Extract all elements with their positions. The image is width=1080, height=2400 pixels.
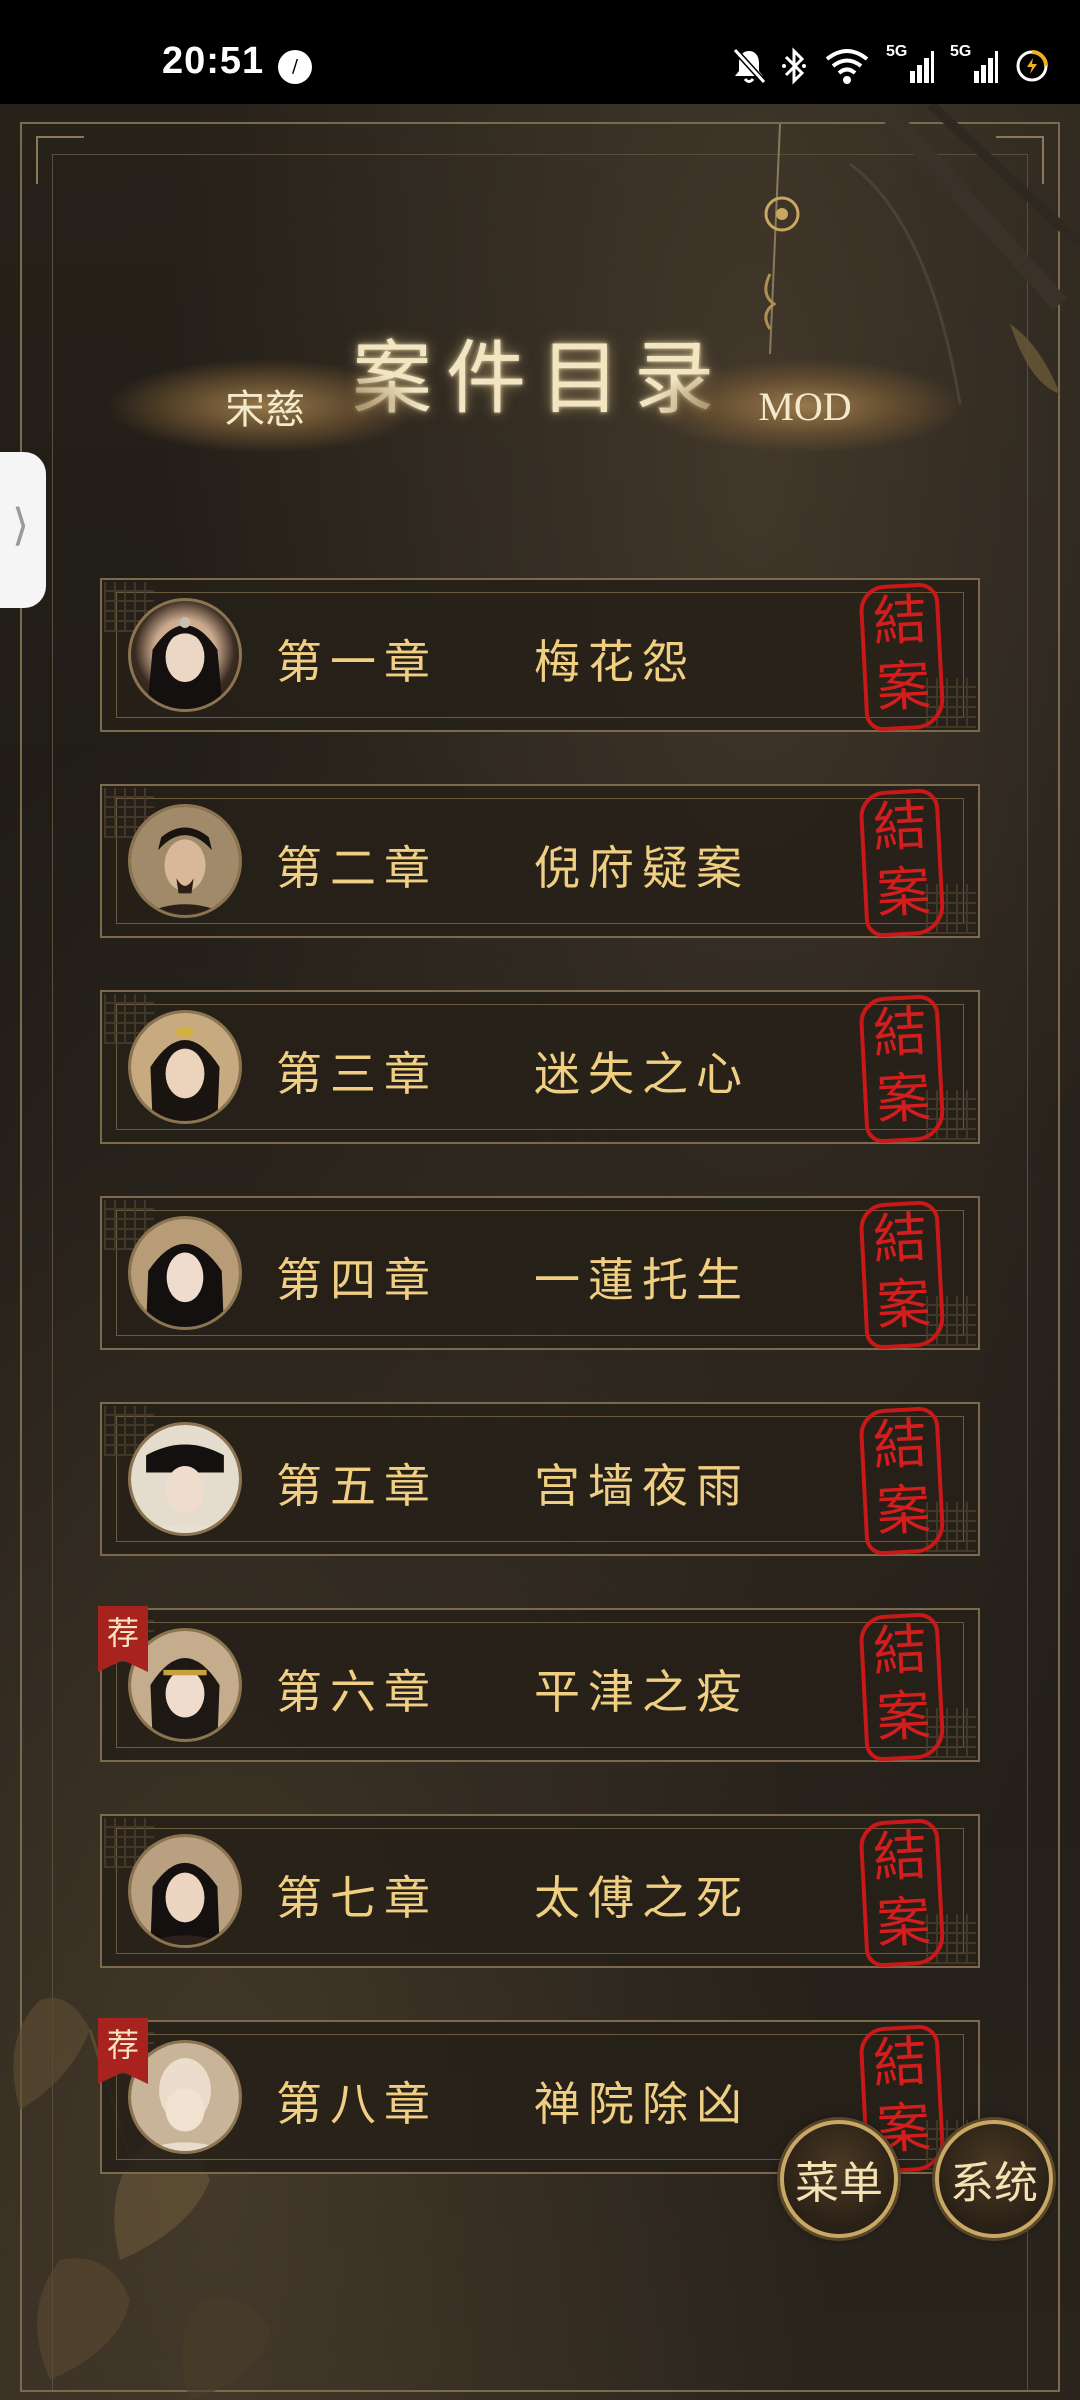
case-closed-seal: 結案 — [858, 994, 946, 1144]
signal-5g-icon: 5G — [950, 43, 998, 85]
signal-5g-icon: 5G — [886, 43, 934, 85]
chevron-right-icon: ⟩ — [12, 500, 30, 551]
chapter-row-2[interactable]: 第二章 倪府疑案 結案 — [100, 784, 980, 938]
chapter-row-4[interactable]: 第四章 一蓮托生 結案 — [100, 1196, 980, 1350]
wifi-icon — [825, 49, 869, 84]
tab-songci[interactable]: 宋慈 — [110, 360, 420, 452]
chapter-row-3[interactable]: 第三章 迷失之心 結案 — [100, 990, 980, 1144]
avatar — [128, 1010, 242, 1124]
game-screen: ⟩ 案件目录 宋慈 MOD 第一章 梅花怨 結案 第二章 倪府疑案 結案 第三章… — [0, 104, 1080, 2400]
avatar — [128, 598, 242, 712]
case-closed-seal: 結案 — [858, 1406, 946, 1556]
chapter-number: 第四章 — [276, 1253, 438, 1307]
mute-icon — [732, 47, 766, 85]
chapter-row-7[interactable]: 第七章 太傅之死 結案 — [100, 1814, 980, 1968]
system-button[interactable]: 系统 — [935, 2120, 1053, 2238]
battery-charging-icon — [1016, 50, 1048, 82]
chapter-number: 第八章 — [276, 2077, 438, 2131]
app-notification-icon: / — [278, 50, 312, 84]
chapter-name: 禅院除凶 — [534, 2077, 750, 2131]
seal-char: 結 — [871, 1411, 929, 1478]
status-time: 20:51 — [162, 40, 265, 82]
seal-char: 結 — [871, 1617, 929, 1684]
seal-char: 結 — [871, 1823, 929, 1890]
seal-char: 結 — [871, 793, 929, 860]
seal-char: 結 — [871, 1205, 929, 1272]
avatar — [128, 1422, 242, 1536]
chapter-name: 一蓮托生 — [534, 1253, 750, 1307]
corner-ornament — [36, 136, 84, 184]
status-icons: 5G 5G — [732, 43, 1050, 88]
seal-char: 結 — [871, 999, 929, 1066]
case-closed-seal: 結案 — [858, 788, 946, 938]
chapter-name: 倪府疑案 — [534, 841, 750, 895]
chapter-name: 宫墙夜雨 — [534, 1459, 750, 1513]
chapter-row-6[interactable]: 荐 第六章 平津之疫 結案 — [98, 1606, 980, 1762]
menu-button[interactable]: 菜单 — [780, 2120, 898, 2238]
seal-char: 案 — [874, 859, 933, 926]
avatar — [128, 1216, 242, 1330]
chapter-number: 第六章 — [276, 1665, 438, 1719]
chapter-name: 梅花怨 — [534, 635, 696, 689]
chapter-row-5[interactable]: 第五章 宫墙夜雨 結案 — [100, 1402, 980, 1556]
seal-char: 案 — [874, 1065, 933, 1132]
tab-mod[interactable]: MOD — [650, 360, 960, 452]
seal-char: 案 — [874, 1683, 933, 1750]
side-drawer-handle[interactable]: ⟩ — [0, 452, 46, 608]
case-closed-seal: 結案 — [858, 1818, 946, 1968]
seal-char: 案 — [874, 1889, 933, 1956]
avatar — [128, 804, 242, 918]
case-closed-seal: 結案 — [858, 1200, 946, 1350]
case-closed-seal: 結案 — [858, 1612, 946, 1762]
bluetooth-icon — [782, 47, 806, 85]
seal-char: 案 — [874, 1477, 933, 1544]
chapter-number: 第三章 — [276, 1047, 438, 1101]
chapter-name: 太傅之死 — [534, 1871, 750, 1925]
status-bar: 20:51 / 5G 5G — [0, 0, 1080, 104]
chapter-number: 第二章 — [276, 841, 438, 895]
chapter-number: 第五章 — [276, 1459, 438, 1513]
avatar — [128, 1834, 242, 1948]
seal-char: 案 — [874, 653, 933, 720]
seal-char: 結 — [871, 587, 929, 654]
chapter-row-1[interactable]: 第一章 梅花怨 結案 — [100, 578, 980, 732]
seal-char: 案 — [874, 1271, 933, 1338]
case-closed-seal: 結案 — [858, 582, 946, 732]
chapter-name: 平津之疫 — [534, 1665, 750, 1719]
chapter-number: 第一章 — [276, 635, 438, 689]
chapter-number: 第七章 — [276, 1871, 438, 1925]
chapter-name: 迷失之心 — [534, 1047, 750, 1101]
seal-char: 結 — [871, 2029, 929, 2096]
